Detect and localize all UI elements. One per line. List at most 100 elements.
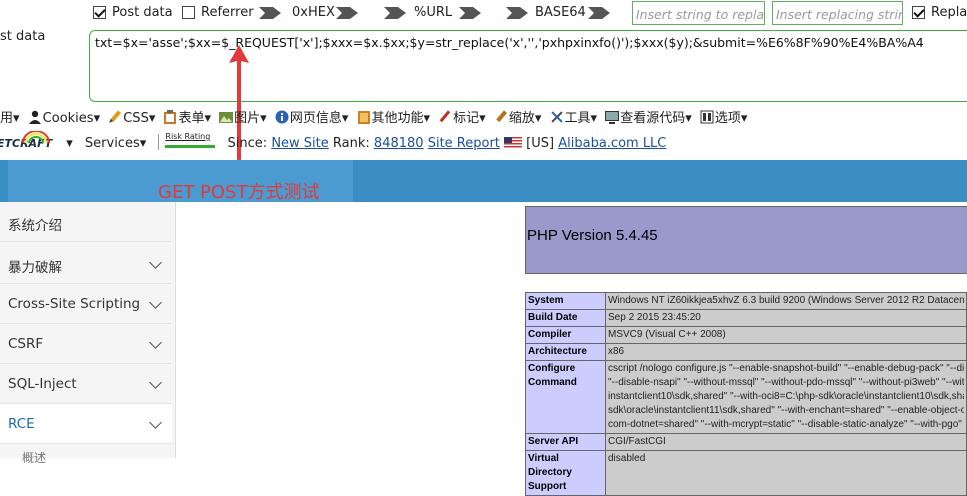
toolbar-cookies[interactable]: Cookies▾ xyxy=(28,110,100,126)
sidebar-item-label: CSRF xyxy=(8,336,44,352)
hex-label: 0xHEX xyxy=(292,5,335,20)
chevron-down-icon xyxy=(149,336,162,349)
toolbar-css[interactable]: CSS▾ xyxy=(108,110,155,126)
phpinfo-row: Build Date Sep 2 2015 23:45:20 xyxy=(525,309,967,327)
monitor-icon xyxy=(605,111,620,124)
phpinfo-key: Build Date xyxy=(525,309,606,327)
phpinfo-value-line: CGI/FastCGI xyxy=(608,436,666,447)
referrer-label: Referrer xyxy=(201,5,254,20)
replace-checkbox[interactable] xyxy=(912,6,925,19)
insert-string-input[interactable]: Insert string to replace xyxy=(632,1,765,25)
netcraft-services[interactable]: Services▾ xyxy=(85,136,146,151)
host-link[interactable]: Alibaba.com LLC xyxy=(558,136,666,151)
phpinfo-key: Virtual Directory Support xyxy=(525,450,606,496)
risk-rating-label: Risk Rating xyxy=(165,132,211,141)
folder-icon xyxy=(357,111,370,124)
toolbar-images[interactable]: 图片▾ xyxy=(219,107,267,126)
since-label: Since: xyxy=(227,136,268,151)
toolbar-tools[interactable]: 工具▾ xyxy=(550,107,597,126)
phpinfo-row: Configure Command cscript /nologo configu… xyxy=(525,360,967,434)
url-encode-arrow-icon[interactable] xyxy=(459,7,481,19)
page-header xyxy=(0,160,967,202)
netcraft-toolbar: ETCRAFT ▾ Services▾ Risk Rating Since: N… xyxy=(0,131,666,154)
phpinfo-row: Virtual Directory Support disabled xyxy=(525,450,967,496)
sidebar-item-intro[interactable]: 系统介绍 xyxy=(0,202,172,242)
phpinfo-value-line: com-dotnet=shared" "--with-mcrypt=static… xyxy=(608,419,962,430)
chevron-down-icon xyxy=(149,296,162,309)
resize-pencil-icon xyxy=(496,110,507,123)
image-icon xyxy=(219,112,234,123)
base64-decode-arrow-icon[interactable] xyxy=(506,7,528,19)
tools-icon xyxy=(550,111,563,123)
sidebar-item-sqli[interactable]: SQL-Inject xyxy=(0,364,172,404)
referrer-checkbox[interactable] xyxy=(182,6,195,19)
chevron-down-icon xyxy=(149,376,162,389)
phpinfo-row: Compiler MSVC9 (Visual C++ 2008) xyxy=(525,326,967,344)
sidebar-item-csrf[interactable]: CSRF xyxy=(0,324,172,364)
phpinfo-value-line: instantclient10\sdk,shared" "--with-oci8… xyxy=(608,391,964,402)
url-decode-arrow-icon[interactable] xyxy=(384,7,406,19)
post-data-checkbox[interactable] xyxy=(93,6,106,19)
netcraft-menu-dropdown[interactable]: ▾ xyxy=(66,136,73,151)
country-code: [US] xyxy=(526,136,555,151)
toolbar-resize[interactable]: 缩放▾ xyxy=(494,107,541,126)
pencil-icon xyxy=(109,110,122,123)
toolbar-information[interactable]: 网页信息▾ xyxy=(275,107,348,126)
toolbar-view-source[interactable]: 查看源代码▾ xyxy=(605,107,692,126)
toolbar-misc[interactable]: 其他功能▾ xyxy=(357,107,430,126)
phpinfo-row: System Windows NT iZ60ikkjea5xhvZ 6.3 bui… xyxy=(525,292,967,310)
risk-rating: Risk Rating xyxy=(158,132,216,150)
phpinfo-key: Compiler xyxy=(525,326,606,344)
sidebar-item-brute-force[interactable]: 暴力破解 xyxy=(0,244,172,284)
phpinfo-value: Sep 2 2015 23:45:20 xyxy=(605,309,967,327)
clipboard-icon xyxy=(164,110,177,124)
hex-decode-arrow-icon[interactable] xyxy=(259,7,281,19)
phpinfo-value-line: disabled xyxy=(608,453,646,464)
rank-link[interactable]: 848180 xyxy=(374,136,424,151)
sidebar-item-label: SQL-Inject xyxy=(8,376,77,392)
phpinfo-row: Server API CGI/FastCGI xyxy=(525,433,967,451)
post-data-label: Post data xyxy=(112,5,173,20)
phpinfo-value: cscript /nologo configure.js "--enable-s… xyxy=(605,360,967,434)
toolbar-options[interactable]: 选项▾ xyxy=(700,107,747,126)
sidebar-item-label: 暴力破解 xyxy=(8,260,62,276)
base64-label: BASE64 xyxy=(535,5,586,20)
url-label: %URL xyxy=(414,5,453,20)
post-data-textarea[interactable]: txt=$x='asse';$xx=$_REQUEST['x'];$xxx=$x… xyxy=(89,30,967,102)
web-developer-toolbar: 禁用▾ Cookies▾ CSS▾ 表单▾ 图片▾ 网页信息▾ 其他功能▾ 标记… xyxy=(0,107,751,127)
replace-label: Replac xyxy=(931,5,967,20)
base64-encode-arrow-icon[interactable] xyxy=(588,7,610,19)
phpinfo-value-line: cscript /nologo configure.js "--enable-s… xyxy=(608,363,964,374)
sidebar-item-xss[interactable]: Cross-Site Scripting xyxy=(0,284,172,324)
toolbar-disable[interactable]: 禁用▾ xyxy=(0,107,20,126)
netcraft-logo[interactable]: ETCRAFT xyxy=(0,131,52,150)
risk-rating-bar xyxy=(165,145,216,148)
sidebar-item-label: 系统介绍 xyxy=(8,218,62,234)
site-report-link[interactable]: Site Report xyxy=(428,136,500,151)
marker-icon xyxy=(439,110,451,123)
phpinfo-value: x86 xyxy=(605,343,967,361)
rank-label: Rank: xyxy=(332,136,370,151)
phpinfo-value-line: MSVC9 (Visual C++ 2008) xyxy=(608,329,726,340)
replacing-string-input[interactable]: Insert replacing string xyxy=(772,1,903,25)
phpinfo-value-line: x86 xyxy=(608,346,625,357)
phpinfo-value: disabled xyxy=(605,450,967,496)
toolbar-outline[interactable]: 标记▾ xyxy=(438,107,486,126)
toolbar-forms[interactable]: 表单▾ xyxy=(163,107,211,126)
sidebar-item-rce[interactable]: RCE xyxy=(0,404,172,444)
php-version-title: PHP Version 5.4.45 xyxy=(527,227,658,244)
phpinfo-value-line: "--disable-nsapi" "--without-mssql" "--w… xyxy=(608,377,964,388)
since-link[interactable]: New Site xyxy=(271,136,328,151)
phpinfo-value: MSVC9 (Visual C++ 2008) xyxy=(605,326,967,344)
phpinfo-header: PHP Version 5.4.45 xyxy=(525,206,967,274)
us-flag-icon xyxy=(504,137,523,148)
netcraft-rainbow-icon xyxy=(22,131,50,143)
phpinfo-value-line: Sep 2 2015 23:45:20 xyxy=(608,312,701,323)
phpinfo-table: System Windows NT iZ60ikkjea5xhvZ 6.3 bui… xyxy=(525,292,967,496)
phpinfo-value-line: sdk\oracle\instantclient11\sdk,shared" "… xyxy=(608,405,964,416)
sidebar-item-label: Cross-Site Scripting xyxy=(8,296,141,312)
chevron-down-icon xyxy=(149,416,162,429)
hex-encode-arrow-icon[interactable] xyxy=(336,7,358,19)
phpinfo-key: Architecture xyxy=(525,343,606,361)
info-icon xyxy=(275,110,289,124)
